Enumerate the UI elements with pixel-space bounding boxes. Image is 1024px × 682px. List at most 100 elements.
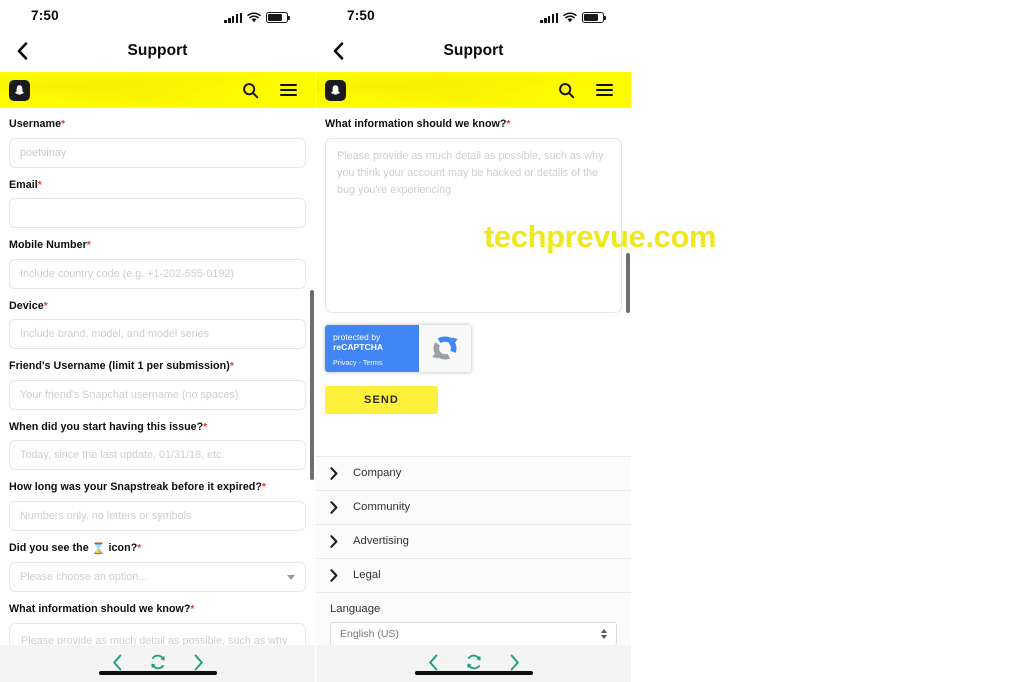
- stepper-updown-icon: [601, 628, 607, 639]
- recaptcha-badge[interactable]: protected by reCAPTCHA Privacy - Terms: [325, 324, 471, 372]
- accordion-item-community[interactable]: Community: [316, 490, 631, 525]
- snapchat-ghost-icon[interactable]: [9, 79, 30, 101]
- field-snapstreak-length: How long was your Snapstreak before it e…: [9, 481, 306, 531]
- page-scrollbar-right[interactable]: [626, 253, 630, 313]
- browser-bottom-bar-left: [0, 645, 315, 682]
- status-time: 7:50: [347, 8, 375, 23]
- language-select[interactable]: English (US): [330, 621, 617, 646]
- field-label: Did you see the ⌛ icon?*: [9, 541, 142, 555]
- status-icon-group: [224, 10, 291, 23]
- hamburger-menu-icon[interactable]: [591, 77, 617, 103]
- recaptcha-terms-link[interactable]: Terms: [363, 358, 383, 367]
- accordion-item-legal[interactable]: Legal: [316, 558, 631, 593]
- field-label: Email*: [9, 178, 42, 191]
- nav-reload-icon[interactable]: [465, 653, 483, 671]
- language-selected-value: English (US): [340, 627, 399, 640]
- friends-username-input[interactable]: Your friend's Snapchat username (no spac…: [9, 379, 306, 410]
- required-marker: *: [203, 421, 208, 433]
- field-mobile-number: Mobile Number* Include country code (e.g…: [9, 239, 306, 289]
- accordion-label: Legal: [353, 569, 381, 581]
- field-additional-info: What information should we know?* Please…: [325, 118, 622, 313]
- required-marker: *: [137, 542, 142, 554]
- phone-panel-right: 7:50 Support What information should we …: [316, 0, 631, 682]
- recaptcha-text-block: protected by reCAPTCHA Privacy - Terms: [325, 324, 419, 372]
- additional-info-textarea[interactable]: Please provide as much detail as possibl…: [325, 137, 622, 313]
- language-label: Language: [330, 602, 381, 615]
- chevron-right-icon: [330, 500, 344, 514]
- nav-bar-right: Support: [316, 30, 631, 72]
- nav-back-icon[interactable]: [428, 654, 439, 671]
- device-input[interactable]: Include brand, model, and model series: [9, 319, 306, 349]
- chevron-down-icon: [287, 574, 295, 580]
- accordion-label: Company: [353, 467, 402, 479]
- status-time: 7:50: [31, 8, 59, 23]
- chevron-right-icon: [330, 466, 344, 480]
- email-input[interactable]: [9, 198, 306, 228]
- snapchat-header-bar-right: [316, 72, 631, 108]
- required-marker: *: [43, 300, 48, 312]
- chevron-left-icon[interactable]: [10, 39, 34, 63]
- accordion-item-advertising[interactable]: Advertising: [316, 524, 631, 559]
- browser-bottom-bar-right: [316, 645, 631, 682]
- nav-forward-icon[interactable]: [193, 654, 204, 671]
- required-marker: *: [506, 119, 511, 130]
- field-friends-username: Friend's Username (limit 1 per submissio…: [9, 360, 306, 410]
- field-label: When did you start having this issue?*: [9, 420, 208, 433]
- battery-icon: [582, 12, 607, 23]
- phone-panel-left: 7:50 Support Username* poetvinay Email* …: [0, 0, 315, 682]
- hourglass-emoji: ⌛: [91, 542, 106, 555]
- select-value: Please choose an option...: [20, 571, 148, 584]
- nav-back-icon[interactable]: [112, 654, 123, 671]
- accordion-label: Advertising: [353, 535, 409, 547]
- chevron-left-icon[interactable]: [326, 39, 350, 63]
- field-device: Device* Include brand, model, and model …: [9, 299, 306, 349]
- chevron-right-icon: [330, 534, 344, 548]
- status-bar-right: 7:50: [316, 0, 631, 30]
- field-issue-start-date: When did you start having this issue?* T…: [9, 420, 306, 470]
- required-marker: *: [61, 119, 66, 130]
- mobile-number-input[interactable]: Include country code (e.g. +1-202-555-01…: [9, 258, 306, 289]
- field-label: Friend's Username (limit 1 per submissio…: [9, 360, 234, 372]
- field-label: What information should we know?*: [325, 118, 511, 130]
- page-title: Support: [127, 42, 188, 59]
- recaptcha-privacy-link[interactable]: Privacy: [333, 358, 357, 367]
- nav-bar-left: Support: [0, 30, 315, 72]
- recaptcha-links: Privacy - Terms: [333, 358, 383, 368]
- send-button[interactable]: SEND: [325, 385, 438, 414]
- signal-bars-icon: [540, 13, 558, 23]
- nav-reload-icon[interactable]: [149, 653, 167, 671]
- home-indicator-bar: [414, 670, 533, 675]
- page-scrollbar-left[interactable]: [310, 290, 314, 480]
- wifi-icon: [563, 12, 577, 23]
- search-icon[interactable]: [553, 77, 579, 103]
- recaptcha-title: protected by reCAPTCHA: [333, 331, 384, 352]
- page-title: Support: [443, 42, 504, 59]
- signal-bars-icon: [224, 13, 242, 23]
- snapstreak-length-input[interactable]: Numbers only, no letters or symbols: [9, 500, 306, 531]
- nav-forward-icon[interactable]: [509, 654, 520, 671]
- status-icon-group: [540, 10, 607, 23]
- hourglass-seen-select[interactable]: Please choose an option...: [9, 562, 306, 593]
- required-marker: *: [86, 240, 91, 251]
- required-marker: *: [229, 361, 234, 372]
- browser-nav-group: [428, 653, 520, 671]
- browser-nav-group: [112, 653, 204, 671]
- field-label: Device*: [9, 299, 48, 312]
- required-marker: *: [37, 179, 42, 191]
- required-marker: *: [190, 604, 195, 616]
- snapchat-ghost-icon[interactable]: [325, 79, 346, 101]
- search-icon[interactable]: [237, 77, 263, 103]
- hamburger-menu-icon[interactable]: [275, 77, 301, 103]
- issue-start-date-input[interactable]: Today, since the last update, 01/31/18, …: [9, 440, 306, 470]
- field-label: How long was your Snapstreak before it e…: [9, 481, 266, 493]
- screenshot-root: 7:50 Support Username* poetvinay Email* …: [0, 0, 1024, 682]
- required-marker: *: [261, 482, 266, 493]
- support-form-left: Username* poetvinay Email* Mobile Number…: [0, 108, 315, 682]
- username-input[interactable]: poetvinay: [9, 137, 306, 168]
- status-bar-left: 7:50: [0, 0, 315, 30]
- blank-right-area: [631, 0, 1024, 682]
- accordion-item-company[interactable]: Company: [316, 456, 631, 491]
- battery-icon: [266, 12, 291, 23]
- snapchat-header-bar-left: [0, 72, 315, 108]
- field-hourglass-seen: Did you see the ⌛ icon?* Please choose a…: [9, 542, 306, 593]
